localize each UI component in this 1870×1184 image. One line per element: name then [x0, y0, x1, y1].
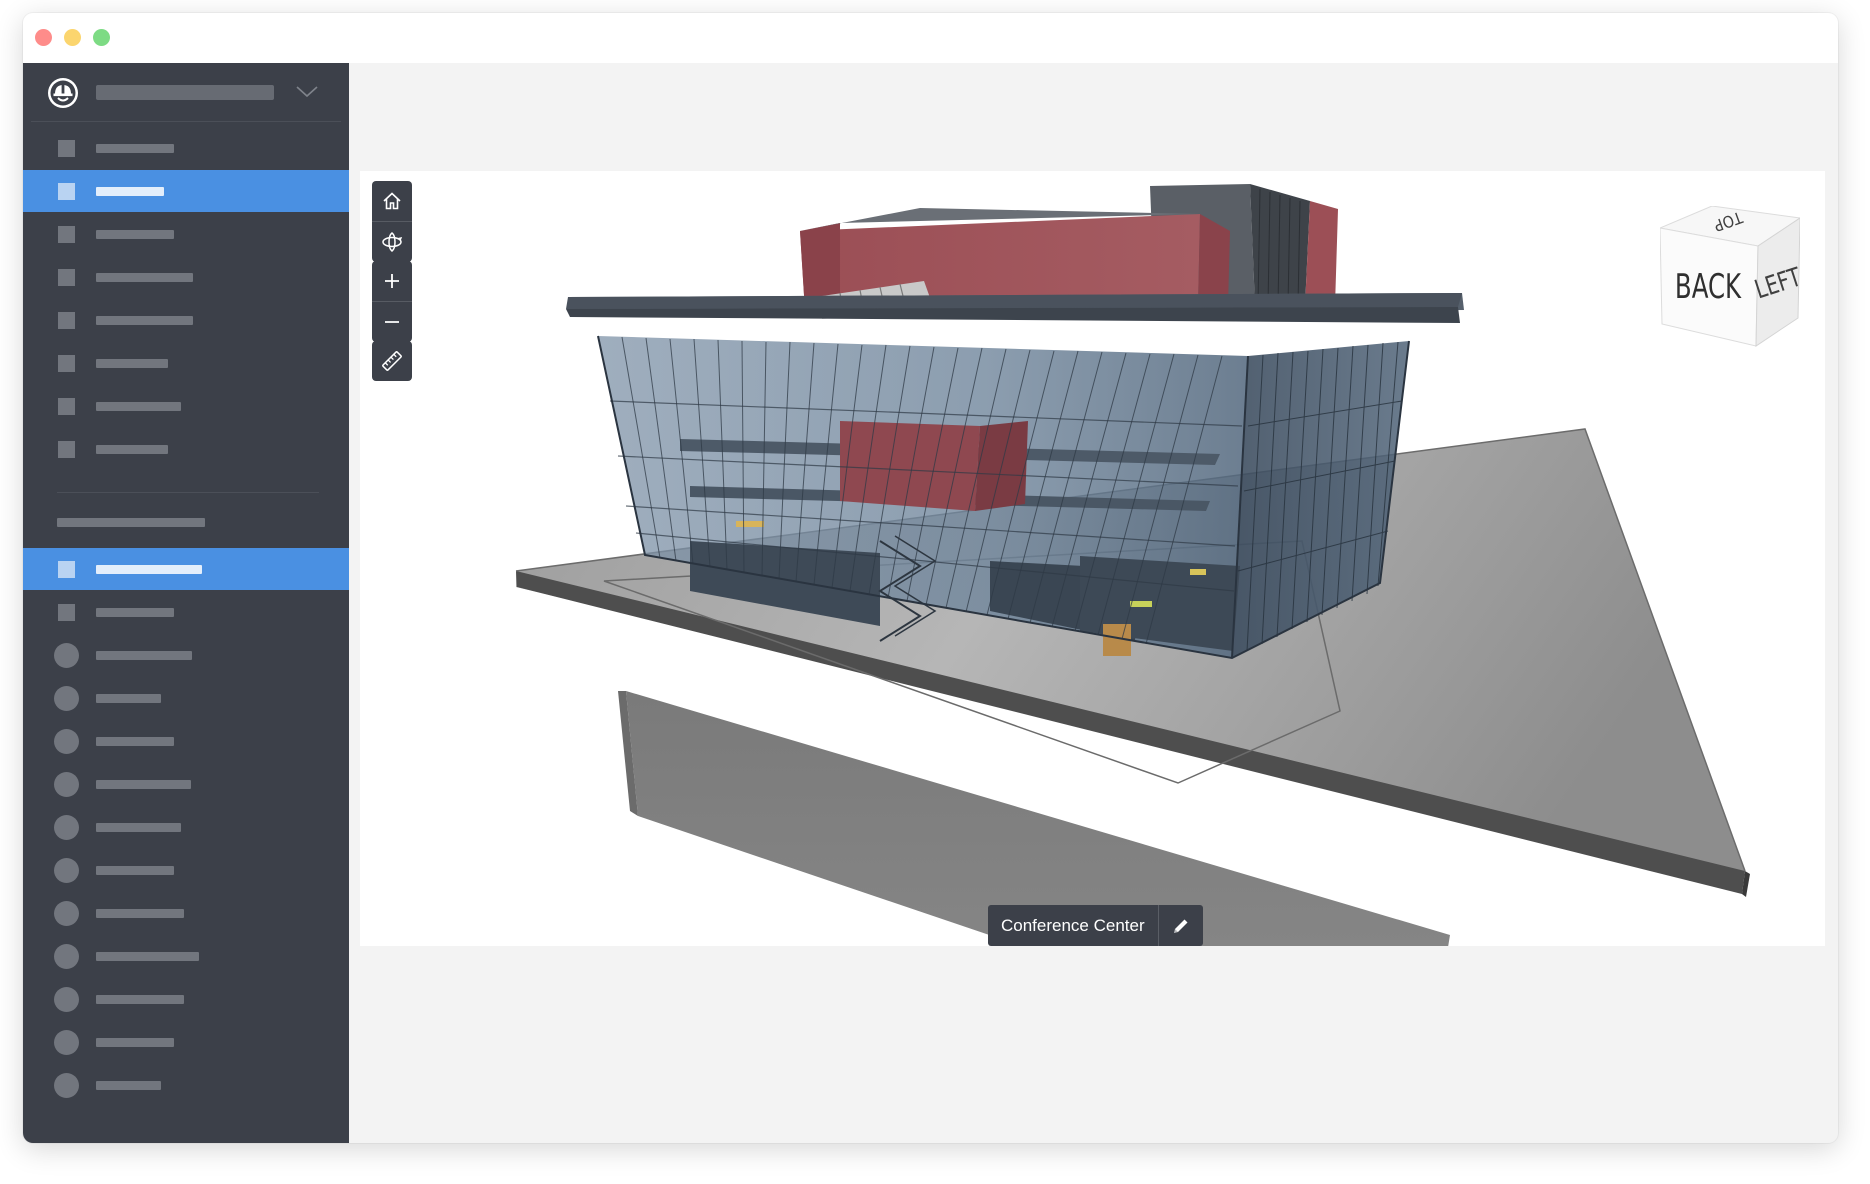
minimize-window-button[interactable] [64, 29, 81, 46]
view-controls [372, 181, 412, 262]
sidebar-item-label-placeholder [96, 1038, 174, 1047]
sidebar-item[interactable] [23, 299, 349, 341]
circle-item-icon [54, 729, 79, 754]
sidebar-item[interactable] [23, 342, 349, 384]
orbit-button[interactable] [372, 221, 412, 262]
sidebar-item-label-placeholder [96, 273, 193, 282]
circle-item-icon [54, 643, 79, 668]
zoom-controls [372, 261, 412, 342]
square-item-icon [58, 604, 75, 621]
sidebar-item-label-placeholder [96, 866, 174, 875]
sidebar-item[interactable] [23, 978, 349, 1020]
orbit-icon [382, 232, 403, 252]
square-item-icon [58, 398, 75, 415]
circle-item-icon [54, 815, 79, 840]
circle-item-icon [54, 1030, 79, 1055]
measure-controls [372, 341, 412, 381]
edit-model-name-button[interactable] [1157, 905, 1203, 946]
model-name: Conference Center [1001, 916, 1145, 935]
sidebar-item[interactable] [23, 428, 349, 470]
circle-item-icon [54, 686, 79, 711]
square-item-icon [58, 312, 75, 329]
circle-item-icon [54, 772, 79, 797]
sidebar-item-label-placeholder [96, 952, 199, 961]
circle-item-icon [54, 901, 79, 926]
sidebar-item[interactable] [23, 385, 349, 427]
home-icon [383, 192, 401, 210]
sidebar-item[interactable] [23, 720, 349, 762]
app-window: TOP BACK LEFT Conference Center [23, 13, 1838, 1143]
project-switcher[interactable] [23, 63, 349, 119]
measure-ruler-icon [382, 351, 402, 371]
sidebar-item[interactable] [23, 548, 349, 590]
title-bar [23, 13, 1838, 63]
sidebar-item[interactable] [23, 170, 349, 212]
sidebar-item-label-placeholder [96, 780, 191, 789]
sidebar-item-label-placeholder [96, 995, 184, 1004]
square-item-icon [58, 355, 75, 372]
sidebar-item[interactable] [23, 677, 349, 719]
sidebar-item[interactable] [23, 256, 349, 298]
sidebar-item[interactable] [23, 127, 349, 169]
sidebar-item[interactable] [23, 1064, 349, 1106]
sidebar-item-label-placeholder [96, 909, 184, 918]
chevron-down-icon[interactable] [293, 79, 321, 103]
project-name-placeholder [96, 85, 274, 100]
view-cube-front-label: BACK [1675, 267, 1742, 307]
sidebar-item-label-placeholder [96, 316, 193, 325]
section-heading-placeholder [57, 518, 205, 527]
sidebar-item-label-placeholder [96, 608, 174, 617]
sidebar-item-label-placeholder [96, 565, 202, 574]
view-cube[interactable]: TOP BACK LEFT [1660, 206, 1800, 348]
square-item-icon [58, 561, 75, 578]
maximize-window-button[interactable] [93, 29, 110, 46]
square-item-icon [58, 183, 75, 200]
sidebar-item-label-placeholder [96, 651, 192, 660]
sidebar-divider [57, 492, 319, 493]
pencil-icon [1173, 919, 1188, 933]
sidebar-item[interactable] [23, 849, 349, 891]
sidebar-item[interactable] [23, 1021, 349, 1063]
sidebar-item-label-placeholder [96, 445, 168, 454]
square-item-icon [58, 269, 75, 286]
sidebar-item[interactable] [23, 213, 349, 255]
zoom-in-button[interactable] [372, 261, 412, 301]
sidebar-item-label-placeholder [96, 359, 168, 368]
sidebar-item-label-placeholder [96, 187, 164, 196]
sidebar-item[interactable] [23, 935, 349, 977]
sidebar-item[interactable] [23, 591, 349, 633]
sidebar-item[interactable] [23, 806, 349, 848]
sidebar-item-label-placeholder [96, 694, 161, 703]
sidebar-item[interactable] [23, 763, 349, 805]
sidebar-item[interactable] [23, 634, 349, 676]
circle-item-icon [54, 987, 79, 1012]
zoom-out-icon [385, 321, 399, 323]
sidebar-item-label-placeholder [96, 402, 181, 411]
circle-item-icon [54, 944, 79, 969]
square-item-icon [58, 140, 75, 157]
sidebar-item[interactable] [23, 892, 349, 934]
sidebar-item-label-placeholder [96, 230, 174, 239]
circle-item-icon [54, 858, 79, 883]
sidebar-item-label-placeholder [96, 823, 181, 832]
hardhat-logo-icon [48, 78, 78, 108]
model-name-pill: Conference Center [988, 905, 1203, 946]
square-item-icon [58, 226, 75, 243]
sidebar-item-label-placeholder [96, 737, 174, 746]
circle-item-icon [54, 1073, 79, 1098]
sidebar [23, 63, 349, 1143]
measure-button[interactable] [372, 341, 412, 381]
sidebar-item-label-placeholder [96, 1081, 161, 1090]
zoom-out-button[interactable] [372, 301, 412, 342]
building-model-render[interactable] [360, 171, 1825, 946]
zoom-in-icon [385, 274, 399, 288]
square-item-icon [58, 441, 75, 458]
sidebar-divider [31, 121, 341, 122]
sidebar-item-label-placeholder [96, 144, 174, 153]
home-view-button[interactable] [372, 181, 412, 221]
model-viewer[interactable]: TOP BACK LEFT Conference Center [360, 171, 1825, 946]
close-window-button[interactable] [35, 29, 52, 46]
